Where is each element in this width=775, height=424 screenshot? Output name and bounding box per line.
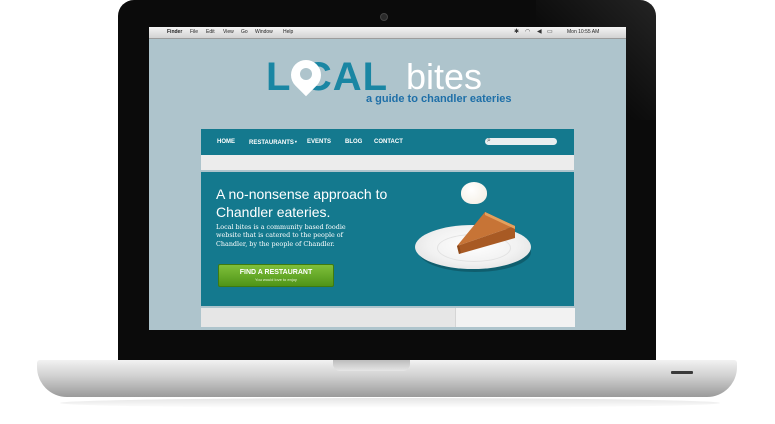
menubar-clock[interactable]: Mon 10:55 AM [567, 29, 599, 36]
sidebar-area [455, 308, 575, 327]
site-content: HOME RESTAURANTS▾ EVENTS BLOG CONTACT ⌕ … [201, 129, 575, 327]
laptop-notch [333, 360, 410, 371]
site-tagline: a guide to chandler eateries [366, 93, 512, 105]
menu-view[interactable]: View [223, 29, 234, 36]
mac-menubar: Finder File Edit View Go Window Help ✱ ◠… [149, 27, 626, 39]
sleep-indicator [671, 371, 693, 374]
menu-help[interactable]: Help [283, 29, 293, 36]
menu-go[interactable]: Go [241, 29, 248, 36]
menu-file[interactable]: File [190, 29, 198, 36]
logo-bites-text: bites [406, 56, 483, 97]
camera-dot [380, 13, 388, 21]
menu-edit[interactable]: Edit [206, 29, 215, 36]
sub-nav-strip [201, 155, 574, 170]
volume-icon[interactable]: ◀ [537, 28, 542, 37]
nav-blog[interactable]: BLOG [345, 138, 362, 146]
menu-window[interactable]: Window [255, 29, 273, 36]
find-restaurant-label: FIND A RESTAURANT [239, 269, 313, 276]
hero-banner: A no-nonsense approach to Chandler eater… [201, 172, 574, 306]
map-pin-hole [300, 68, 312, 80]
wifi-icon[interactable]: ◠ [525, 28, 530, 37]
bluetooth-icon[interactable]: ✱ [514, 28, 519, 37]
pie-slice-illustration [415, 182, 535, 282]
whipped-cream [461, 182, 487, 204]
hero-title: A no-nonsense approach to Chandler eater… [216, 186, 388, 220]
nav-restaurants[interactable]: RESTAURANTS▾ [249, 138, 297, 147]
search-input[interactable]: ⌕ [485, 137, 557, 145]
menu-finder[interactable]: Finder [167, 29, 182, 36]
laptop-reflection [60, 398, 720, 408]
find-restaurant-sublabel: You would love to enjoy [255, 277, 297, 282]
hero-description: Local bites is a community based foodie … [216, 223, 346, 248]
nav-restaurants-label: RESTAURANTS [249, 140, 294, 146]
battery-icon[interactable]: ▭ [547, 28, 553, 37]
main-nav: HOME RESTAURANTS▾ EVENTS BLOG CONTACT ⌕ [201, 129, 574, 155]
nav-contact[interactable]: CONTACT [374, 138, 403, 146]
pie-slice-icon [457, 212, 515, 254]
find-restaurant-button[interactable]: FIND A RESTAURANT You would love to enjo… [218, 264, 334, 287]
nav-home[interactable]: HOME [217, 138, 235, 146]
nav-events[interactable]: EVENTS [307, 138, 331, 146]
search-icon: ⌕ [487, 137, 491, 144]
chevron-down-icon: ▾ [294, 139, 297, 144]
laptop-screen: Finder File Edit View Go Window Help ✱ ◠… [149, 27, 626, 330]
